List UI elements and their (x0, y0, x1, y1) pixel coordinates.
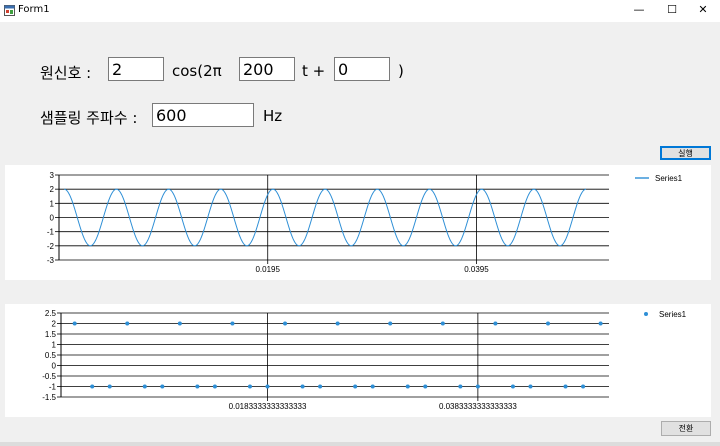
x-tick-label: 0.0383333333333333 (439, 402, 517, 411)
data-point (475, 384, 480, 389)
y-tick-label: 0.5 (45, 351, 57, 360)
data-point (318, 384, 323, 389)
data-point (581, 384, 586, 389)
y-tick-label: 1.5 (45, 330, 57, 339)
data-point (388, 321, 393, 326)
data-point (458, 384, 463, 389)
legend-swatch (644, 312, 648, 316)
x-tick-label: 0.0395 (464, 265, 489, 274)
data-point (300, 384, 305, 389)
y-tick-label: 0 (52, 362, 57, 371)
data-point (283, 321, 288, 326)
signal-chart: 3 2 1 0 -1 -2 -3 0.0195 0.0395 Series1 (5, 165, 711, 280)
data-point (195, 384, 200, 389)
sampled-chart-svg: 2.5 21.5 10.5 0-0.5 -1-1.5 0.0183333333333333… (42, 309, 687, 411)
status-strip (0, 442, 720, 446)
app-icon (4, 5, 15, 16)
x-tick-label: 0.0195 (255, 265, 280, 274)
data-point (563, 384, 568, 389)
t-plus-label: t + (302, 62, 326, 80)
y-tick-label: -1 (47, 228, 55, 237)
x-tick-label: 0.0183333333333333 (229, 402, 307, 411)
y-tick-label: 1 (52, 341, 57, 350)
data-point (370, 384, 375, 389)
phase-input[interactable] (334, 57, 390, 81)
data-point (230, 321, 235, 326)
data-point (72, 321, 77, 326)
y-tick-label: 3 (50, 171, 55, 180)
data-point (160, 384, 165, 389)
data-point (405, 384, 410, 389)
data-point (247, 384, 252, 389)
sampled-chart: 2.5 2 1.5 1 0.5 0 -0.5 -1 -1.5 0.0183333333333333… (5, 304, 711, 417)
sampling-frequency-input[interactable] (152, 103, 254, 127)
minimize-button[interactable]: — (622, 0, 656, 20)
data-point (125, 321, 130, 326)
signal-label: 원신호 : (40, 64, 92, 82)
data-point (90, 384, 95, 389)
close-paren-label: ) (398, 62, 404, 80)
data-point (510, 384, 515, 389)
data-point (335, 321, 340, 326)
data-point (353, 384, 358, 389)
bottom-button[interactable]: 전환 (661, 421, 711, 436)
data-point (142, 384, 147, 389)
data-point (493, 321, 498, 326)
sampling-frequency-label: 샘플링 주파수 : (40, 109, 138, 127)
legend-label: Series1 (655, 174, 683, 183)
title-bar: Form1 — ☐ ✕ (0, 0, 720, 22)
data-point (528, 384, 533, 389)
cos-label: cos(2π (172, 62, 222, 80)
y-tick-label: 2 (52, 320, 57, 329)
y-tick-label: -1.5 (42, 393, 56, 402)
y-tick-label: -2 (47, 242, 55, 251)
frequency-input[interactable] (239, 57, 295, 81)
amplitude-input[interactable] (108, 57, 164, 81)
data-point (423, 384, 428, 389)
y-tick-label: 0 (50, 214, 55, 223)
y-tick-label: 1 (50, 199, 55, 208)
y-tick-label: 2 (50, 185, 55, 194)
data-point (212, 384, 217, 389)
legend-label: Series1 (659, 310, 687, 319)
data-point (598, 321, 603, 326)
y-tick-label: 2.5 (45, 309, 57, 318)
y-tick-label: -0.5 (42, 372, 56, 381)
signal-chart-svg: 3 2 1 0 -1 -2 -3 0.0195 0.0395 Series1 (47, 171, 683, 274)
hz-label: Hz (263, 107, 283, 125)
run-button[interactable]: 실행 (660, 146, 711, 160)
y-tick-label: -3 (47, 256, 55, 265)
data-point (545, 321, 550, 326)
data-point (265, 384, 270, 389)
data-point (177, 321, 182, 326)
y-tick-label: -1 (49, 383, 57, 392)
close-button[interactable]: ✕ (686, 0, 720, 20)
window-title: Form1 (18, 4, 50, 15)
data-point (107, 384, 112, 389)
maximize-button[interactable]: ☐ (655, 0, 689, 20)
data-point (440, 321, 445, 326)
